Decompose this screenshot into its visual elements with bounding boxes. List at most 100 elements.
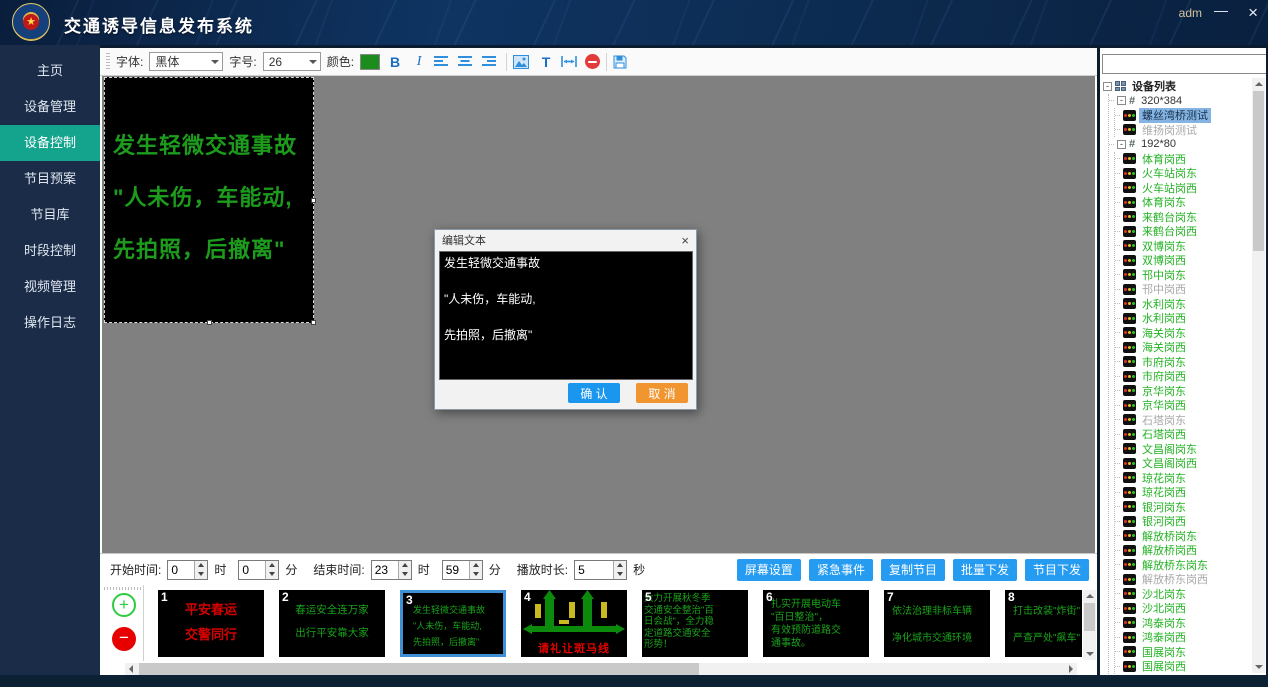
- dialog-close-icon[interactable]: ×: [681, 233, 689, 248]
- resize-handle[interactable]: [311, 198, 316, 203]
- save-icon[interactable]: [613, 55, 631, 69]
- tree-item-体育岗西[interactable]: 体育岗西: [1115, 152, 1251, 167]
- close-icon[interactable]: ×: [1248, 3, 1258, 23]
- scroll-down-icon[interactable]: [1083, 648, 1096, 660]
- tree-item-海关岗西[interactable]: 海关岗西: [1115, 340, 1251, 355]
- spinner-down-icon[interactable]: [470, 570, 482, 579]
- bold-button[interactable]: B: [386, 54, 404, 70]
- tree-item-邗中岗东[interactable]: 邗中岗东: [1115, 268, 1251, 283]
- vertical-scrollbar[interactable]: [1083, 590, 1096, 660]
- tree-root[interactable]: -设备列表: [1103, 79, 1251, 94]
- tree-item-体育岗东[interactable]: 体育岗东: [1115, 195, 1251, 210]
- font-select[interactable]: 黑体: [149, 52, 223, 71]
- start-hour-input[interactable]: [168, 561, 194, 579]
- spinner-down-icon[interactable]: [195, 570, 207, 579]
- action-button-复制节目[interactable]: 复制节目: [881, 559, 945, 581]
- scroll-down-icon[interactable]: [1252, 661, 1265, 673]
- tree-item-琼花岗东[interactable]: 琼花岗东: [1115, 471, 1251, 486]
- tree-item-沙北岗东[interactable]: 沙北岗东: [1115, 587, 1251, 602]
- tree-item-双博岗西[interactable]: 双博岗西: [1115, 253, 1251, 268]
- edit-canvas[interactable]: 发生轻微交通事故"人未伤，车能动,先拍照，后撤离" 编辑文本 × 发生轻微交通事…: [102, 76, 1095, 553]
- align-left-icon[interactable]: [434, 55, 452, 68]
- sidebar-item-节目预案[interactable]: 节目预案: [0, 161, 100, 197]
- align-right-icon[interactable]: [482, 55, 500, 68]
- tree-item-石塔岗东[interactable]: 石塔岗东: [1115, 413, 1251, 428]
- spinner-down-icon[interactable]: [266, 570, 278, 579]
- insert-image-icon[interactable]: [513, 55, 531, 69]
- resize-width-icon[interactable]: [561, 55, 579, 68]
- sidebar-item-节目库[interactable]: 节目库: [0, 197, 100, 233]
- tree-item-文昌阁岗东[interactable]: 文昌阁岗东: [1115, 442, 1251, 457]
- tree-item-螺丝湾桥测试[interactable]: 螺丝湾桥测试: [1115, 108, 1251, 123]
- tree-item-火车站岗西[interactable]: 火车站岗西: [1115, 181, 1251, 196]
- font-size-select[interactable]: 26: [263, 52, 321, 71]
- tree-item-邗中岗西[interactable]: 邗中岗西: [1115, 282, 1251, 297]
- end-hour-input[interactable]: [372, 561, 398, 579]
- tree-item-京华岗西[interactable]: 京华岗西: [1115, 398, 1251, 413]
- scrollbar-track[interactable]: [1083, 602, 1096, 648]
- sidebar-item-视频管理[interactable]: 视频管理: [0, 269, 100, 305]
- tree-expander-icon[interactable]: -: [1117, 140, 1126, 149]
- thumbnail-7[interactable]: 7依法治理非标车辆净化城市交通环境: [884, 590, 990, 657]
- color-swatch[interactable]: [360, 54, 380, 70]
- tree-item-海关岗东[interactable]: 海关岗东: [1115, 326, 1251, 341]
- insert-text-icon[interactable]: T: [537, 54, 555, 70]
- action-button-屏幕设置[interactable]: 屏幕设置: [737, 559, 801, 581]
- tree-item-双博岗东[interactable]: 双博岗东: [1115, 239, 1251, 254]
- scrollbar-track[interactable]: [1252, 90, 1265, 661]
- tree-expander-icon[interactable]: -: [1117, 96, 1126, 105]
- tree-item-水利岗西[interactable]: 水利岗西: [1115, 311, 1251, 326]
- thumbnail-2[interactable]: 2春运安全连万家出行平安靠大家: [279, 590, 385, 657]
- led-preview[interactable]: 发生轻微交通事故"人未伤，车能动,先拍照，后撤离": [104, 77, 314, 323]
- start-minute-input[interactable]: [239, 561, 265, 579]
- tree-item-国展岗西[interactable]: 国展岗西: [1115, 659, 1251, 674]
- tree-item-国展岗东[interactable]: 国展岗东: [1115, 645, 1251, 660]
- scroll-up-icon[interactable]: [1083, 590, 1096, 602]
- tree-item-水利岗东[interactable]: 水利岗东: [1115, 297, 1251, 312]
- tree-expander-icon[interactable]: -: [1103, 82, 1112, 91]
- spinner-up-icon[interactable]: [266, 561, 278, 570]
- tree-item-琼花岗西[interactable]: 琼花岗西: [1115, 485, 1251, 500]
- scroll-left-icon[interactable]: [125, 663, 137, 675]
- thumbnail-1[interactable]: 1平安春运交警同行: [158, 590, 264, 657]
- tree-item-鸿泰岗西[interactable]: 鸿泰岗西: [1115, 630, 1251, 645]
- resize-handle[interactable]: [311, 320, 316, 325]
- tree-group-320*384[interactable]: -#320*384: [1109, 94, 1251, 109]
- tree-item-解放桥岗东[interactable]: 解放桥岗东: [1115, 529, 1251, 544]
- stop-icon[interactable]: [585, 54, 600, 69]
- tree-item-京华岗东[interactable]: 京华岗东: [1115, 384, 1251, 399]
- spinner-up-icon[interactable]: [195, 561, 207, 570]
- thumbnail-8[interactable]: 8打击改装"炸街"严查严处"飙车": [1005, 590, 1082, 657]
- scrollbar-thumb[interactable]: [1084, 603, 1095, 631]
- resize-handle[interactable]: [207, 320, 212, 325]
- scrollbar-thumb[interactable]: [139, 663, 699, 675]
- confirm-button[interactable]: 确 认: [568, 383, 620, 403]
- italic-button[interactable]: I: [410, 54, 428, 70]
- tree-item-文昌阁岗西[interactable]: 文昌阁岗西: [1115, 456, 1251, 471]
- end-minute-input[interactable]: [443, 561, 469, 579]
- tree-item-市府岗东[interactable]: 市府岗东: [1115, 355, 1251, 370]
- minimize-icon[interactable]: —: [1214, 2, 1228, 18]
- thumbnail-6[interactable]: 6扎实开展电动车"百日整治"，有效预防道路交通事故。: [763, 590, 869, 657]
- action-button-紧急事件[interactable]: 紧急事件: [809, 559, 873, 581]
- scroll-up-icon[interactable]: [1252, 78, 1265, 90]
- sidebar-item-设备管理[interactable]: 设备管理: [0, 89, 100, 125]
- spinner-up-icon[interactable]: [399, 561, 411, 570]
- thumbnail-5[interactable]: 5大力开展秋冬季交通安全整治"百日会战"，全力稳定道路交通安全形势！: [642, 590, 748, 657]
- tree-item-银河岗东[interactable]: 银河岗东: [1115, 500, 1251, 515]
- dialog-titlebar[interactable]: 编辑文本 ×: [435, 230, 696, 250]
- scrollbar-thumb[interactable]: [1253, 91, 1264, 251]
- tree-scrollbar[interactable]: [1252, 78, 1265, 673]
- thumbnail-3[interactable]: 3发生轻微交通事故"人未伤，车能动,先拍照，后撤离": [400, 590, 506, 657]
- tree-item-市府岗西[interactable]: 市府岗西: [1115, 369, 1251, 384]
- tree-group-192*80[interactable]: -#192*80: [1109, 137, 1251, 152]
- cancel-button[interactable]: 取 消: [636, 383, 688, 403]
- spinner-down-icon[interactable]: [614, 570, 626, 579]
- tree-item-维扬岗测试[interactable]: 维扬岗测试: [1115, 123, 1251, 138]
- spinner-up-icon[interactable]: [614, 561, 626, 570]
- tree-item-来鹤台岗西[interactable]: 来鹤台岗西: [1115, 224, 1251, 239]
- action-button-节目下发[interactable]: 节目下发: [1025, 559, 1089, 581]
- device-search-input[interactable]: [1102, 54, 1266, 74]
- thumbnail-4[interactable]: 4请礼让斑马线: [521, 590, 627, 657]
- spinner-up-icon[interactable]: [470, 561, 482, 570]
